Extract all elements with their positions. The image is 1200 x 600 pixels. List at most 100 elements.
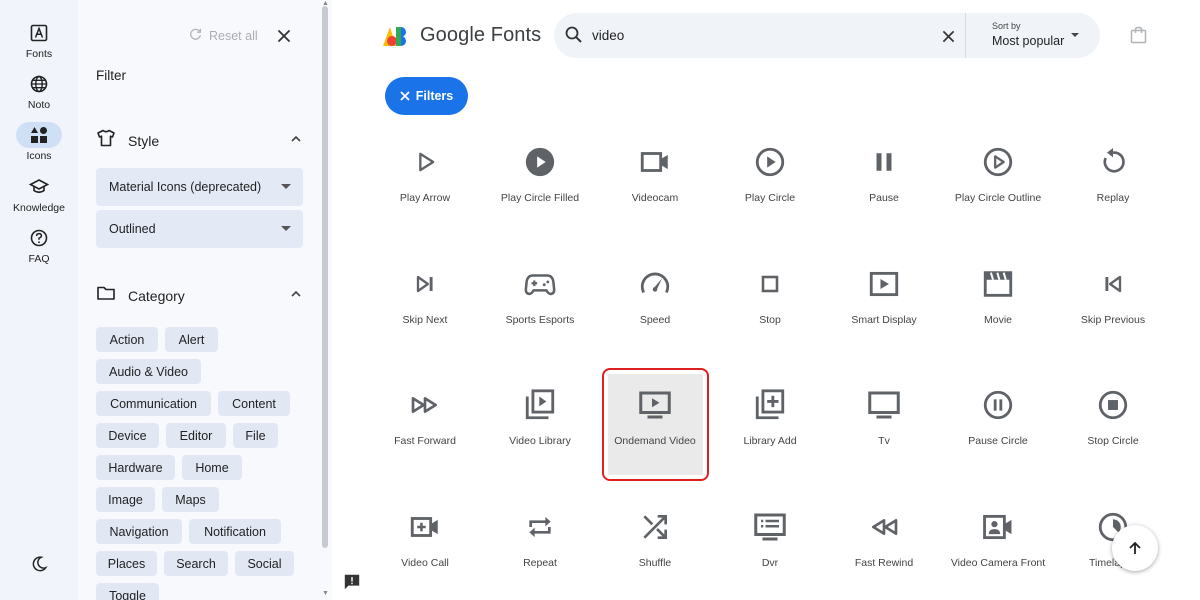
category-chip-file[interactable]: File [233, 423, 278, 448]
category-chip-search[interactable]: Search [164, 551, 228, 576]
category-chip-communication[interactable]: Communication [96, 391, 211, 416]
panel-scrollbar[interactable] [322, 6, 328, 548]
icon-name: Fast Rewind [854, 557, 914, 569]
icon-card[interactable]: Video Call [369, 507, 481, 570]
icon-card[interactable]: Video Library [484, 385, 596, 448]
rail-item-knowledge[interactable]: Knowledge [0, 174, 78, 214]
google-fonts-logo-mark [383, 26, 406, 46]
icon-card[interactable]: Ondemand Video [599, 385, 711, 448]
shuffle-icon [599, 507, 711, 547]
reset-all-label: Reset all [209, 29, 258, 43]
category-chip-alert[interactable]: Alert [165, 327, 218, 352]
clear-search-button[interactable] [938, 26, 958, 46]
icon-card[interactable]: Stop [714, 264, 826, 327]
icon-name: Video Library [509, 435, 571, 447]
dark-mode-icon[interactable] [26, 552, 52, 576]
category-chip-maps[interactable]: Maps [162, 487, 219, 512]
icon-card[interactable]: Play Arrow [369, 142, 481, 205]
icon-card[interactable]: Skip Previous [1057, 264, 1169, 327]
search-divider [965, 13, 966, 58]
icon-card[interactable]: Speed [599, 264, 711, 327]
category-chip-social[interactable]: Social [235, 551, 294, 576]
icon-name: Play Arrow [399, 192, 451, 204]
google-fonts-logo[interactable]: Google Fonts [382, 24, 541, 47]
sort-select[interactable]: Most popular [992, 34, 1064, 48]
icon-card[interactable]: Sports Esports [484, 264, 596, 327]
rail-item-faq[interactable]: FAQ [0, 225, 78, 265]
icon-card[interactable]: Fast Rewind [828, 507, 940, 570]
icon-card[interactable]: Replay [1057, 142, 1169, 205]
icon-card[interactable]: Play Circle [714, 142, 826, 205]
icon-card[interactable]: Library Add [714, 385, 826, 448]
icon-card[interactable]: Video Camera Front [942, 507, 1054, 570]
icon-card[interactable]: Smart Display [828, 264, 940, 327]
icon-name: Videocam [631, 192, 679, 204]
shopping-bag-icon[interactable] [1130, 26, 1147, 49]
style-section-label: Style [128, 132, 160, 149]
icon-name: Ondemand Video [614, 435, 696, 447]
category-chip-image[interactable]: Image [96, 487, 155, 512]
filters-button[interactable]: Filters [385, 77, 468, 115]
category-chip-toggle[interactable]: Toggle [96, 583, 159, 600]
shirt-icon [96, 128, 116, 153]
icon-card[interactable]: Shuffle [599, 507, 711, 570]
search-input[interactable] [592, 25, 892, 45]
icon-card[interactable]: Play Circle Filled [484, 142, 596, 205]
icon-family-select[interactable]: Material Icons (deprecated) [96, 168, 303, 206]
icon-card[interactable]: Repeat [484, 507, 596, 570]
category-chip-device[interactable]: Device [96, 423, 159, 448]
repeat-icon [484, 507, 596, 547]
rail-item-label: Knowledge [13, 202, 65, 214]
category-section-header[interactable]: Category [96, 283, 302, 308]
caret-down-icon [281, 184, 291, 189]
play-arrow-icon [369, 142, 481, 182]
chevron-up-icon[interactable] [290, 287, 302, 305]
videocam-icon [599, 142, 711, 182]
category-chip-editor[interactable]: Editor [166, 423, 226, 448]
caret-down-icon[interactable] [1071, 33, 1079, 37]
rail-item-label: FAQ [28, 253, 50, 265]
scroll-down-arrow[interactable]: ▼ [322, 590, 329, 597]
speed-icon [599, 264, 711, 304]
close-panel-button[interactable] [274, 26, 294, 46]
reset-all-button[interactable]: Reset all [188, 27, 258, 45]
scroll-to-top-button[interactable] [1112, 525, 1158, 571]
replay-icon [1057, 142, 1169, 182]
icon-card[interactable]: Videocam [599, 142, 711, 205]
icon-name: Replay [1096, 192, 1130, 204]
category-chip-navigation[interactable]: Navigation [96, 519, 182, 544]
skip-previous-icon [1057, 264, 1169, 304]
category-chip-audio-video[interactable]: Audio & Video [96, 359, 201, 384]
category-chip-notification[interactable]: Notification [189, 519, 281, 544]
refresh-icon [188, 27, 203, 45]
icon-card[interactable]: Skip Next [369, 264, 481, 327]
icon-card[interactable]: Dvr [714, 507, 826, 570]
fast-rewind-icon [828, 507, 940, 547]
feedback-icon[interactable] [343, 573, 361, 596]
school-icon [16, 174, 62, 200]
category-chip-content[interactable]: Content [218, 391, 290, 416]
category-chip-hardware[interactable]: Hardware [96, 455, 175, 480]
chevron-up-icon[interactable] [290, 132, 302, 150]
icon-card[interactable]: Stop Circle [1057, 385, 1169, 448]
icon-card[interactable]: Pause Circle [942, 385, 1054, 448]
icon-card[interactable]: Play Circle Outline [942, 142, 1054, 205]
sports-esports-icon [484, 264, 596, 304]
icon-card[interactable]: Tv [828, 385, 940, 448]
category-chip-home[interactable]: Home [182, 455, 242, 480]
icon-card[interactable]: Fast Forward [369, 385, 481, 448]
icon-card[interactable]: Movie [942, 264, 1054, 327]
stop-circle-icon [1057, 385, 1169, 425]
style-section-header[interactable]: Style [96, 128, 302, 153]
shapes-icon [16, 122, 62, 148]
icon-card[interactable]: Pause [828, 142, 940, 205]
category-chip-action[interactable]: Action [96, 327, 158, 352]
filters-button-label: Filters [415, 89, 454, 103]
category-section-label: Category [128, 287, 185, 304]
icon-style-select[interactable]: Outlined [96, 210, 303, 248]
sort-label: Sort by [992, 21, 1021, 31]
category-chip-places[interactable]: Places [96, 551, 157, 576]
rail-item-icons[interactable]: Icons [0, 122, 78, 162]
rail-item-fonts[interactable]: Fonts [0, 20, 78, 60]
rail-item-noto[interactable]: Noto [0, 71, 78, 111]
